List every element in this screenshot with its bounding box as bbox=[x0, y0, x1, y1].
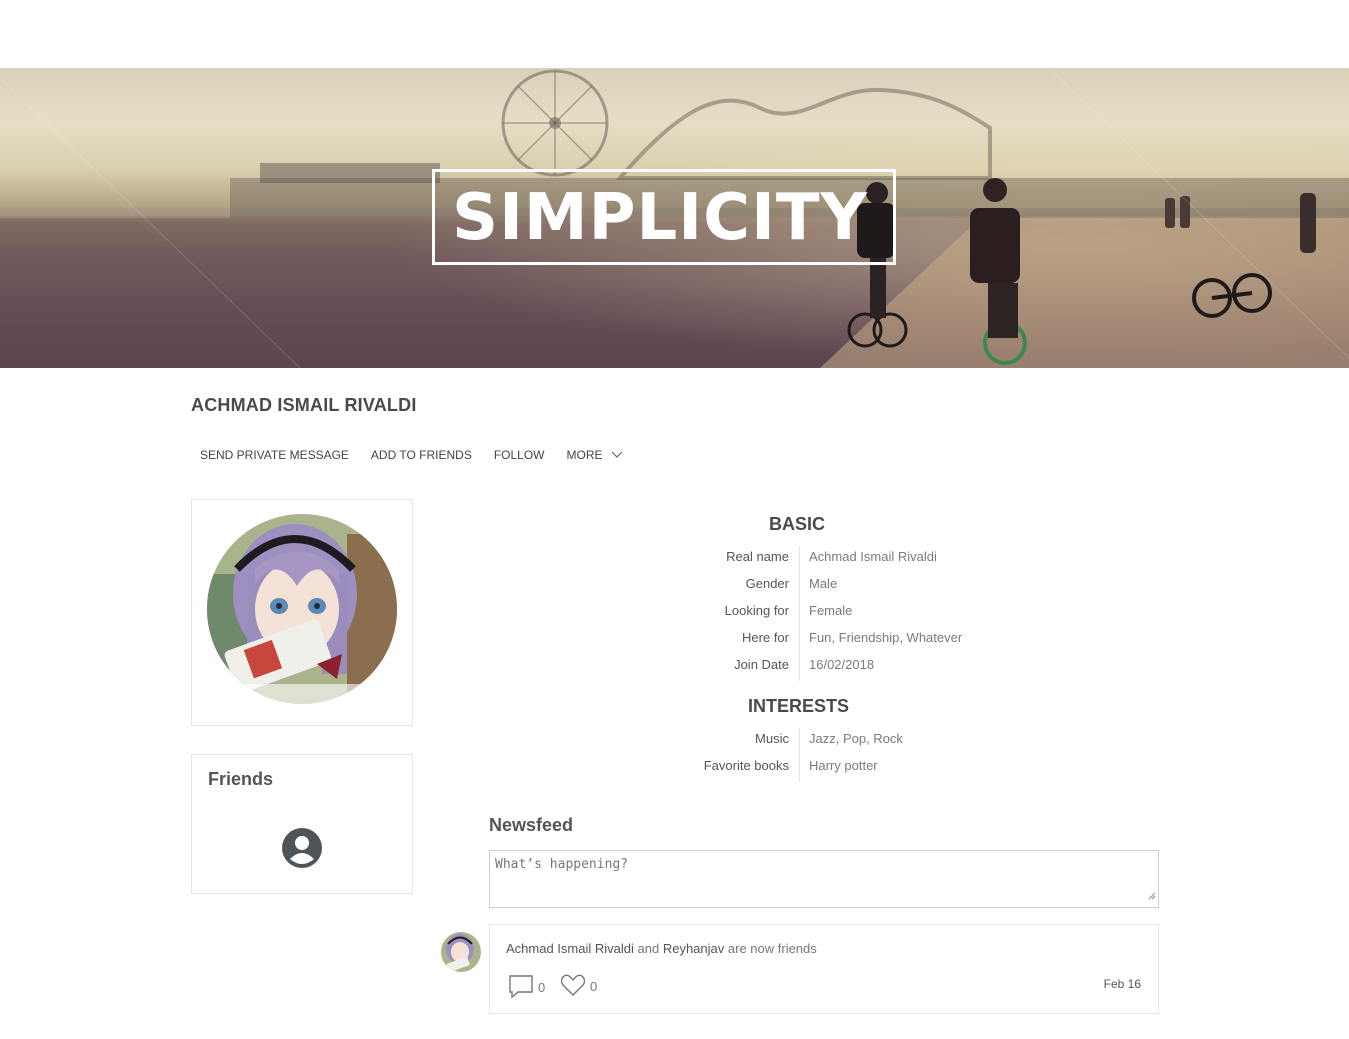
info-label: Looking for bbox=[560, 600, 800, 627]
cover-banner: SIMPLICITY bbox=[0, 68, 1349, 368]
basic-row-gender: Gender Male bbox=[560, 573, 1180, 600]
feed-actor-link[interactable]: Achmad Ismail Rivaldi bbox=[506, 941, 634, 956]
heart-icon bbox=[560, 973, 586, 1000]
basic-row-looking-for: Looking for Female bbox=[560, 600, 1180, 627]
interests-row-music: Music Jazz, Pop, Rock bbox=[560, 728, 1180, 755]
info-value: 16/02/2018 bbox=[809, 657, 875, 672]
comment-icon bbox=[508, 973, 534, 1002]
follow-label: FOLLOW bbox=[493, 448, 545, 462]
info-label: Gender bbox=[560, 573, 800, 600]
basic-section-title: BASIC bbox=[769, 514, 826, 534]
profile-name: ACHMAD ISMAIL RIVALDI bbox=[191, 395, 417, 415]
info-value: Jazz, Pop, Rock bbox=[809, 731, 903, 746]
like-button[interactable]: 0 bbox=[560, 973, 597, 1000]
more-label: MORE bbox=[566, 448, 603, 462]
send-private-message-label: SEND PRIVATE MESSAGE bbox=[200, 448, 349, 462]
info-label: Here for bbox=[560, 627, 800, 654]
resize-grip-icon[interactable] bbox=[1147, 887, 1156, 905]
like-count: 0 bbox=[590, 979, 598, 994]
profile-actions: SEND PRIVATE MESSAGE ADD TO FRIENDS FOLL… bbox=[191, 444, 636, 466]
add-to-friends-button[interactable]: ADD TO FRIENDS bbox=[362, 444, 481, 466]
friends-title: Friends bbox=[208, 769, 274, 789]
feed-item: Achmad Ismail Rivaldi and Reyhanjav are … bbox=[489, 924, 1159, 1014]
basic-row-real-name: Real name Achmad Ismail Rivaldi bbox=[560, 546, 1180, 573]
basic-row-join-date: Join Date 16/02/2018 bbox=[560, 654, 1180, 681]
feed-item-date: Feb 16 bbox=[1103, 977, 1141, 991]
info-label: Favorite books bbox=[560, 755, 800, 782]
interests-section-title: INTERESTS bbox=[748, 696, 850, 716]
feed-connector: are now friends bbox=[727, 941, 817, 956]
feed-item-text: Achmad Ismail Rivaldi and Reyhanjav are … bbox=[506, 941, 817, 956]
chevron-down-icon bbox=[611, 448, 623, 462]
more-dropdown[interactable]: MORE bbox=[558, 444, 632, 466]
post-composer-input[interactable] bbox=[490, 851, 1158, 907]
friend-avatar-placeholder-icon[interactable] bbox=[282, 828, 322, 873]
info-value: Female bbox=[809, 603, 853, 618]
info-label: Join Date bbox=[560, 654, 800, 681]
info-value: Male bbox=[809, 576, 838, 591]
profile-avatar[interactable] bbox=[207, 514, 397, 704]
newsfeed-composer bbox=[489, 850, 1159, 908]
comment-button[interactable]: 0 bbox=[508, 973, 545, 1002]
top-bar bbox=[0, 0, 1349, 68]
info-value: Achmad Ismail Rivaldi bbox=[809, 549, 937, 564]
feed-item-avatar[interactable] bbox=[441, 932, 481, 972]
newsfeed-title: Newsfeed bbox=[489, 815, 574, 835]
info-value: Fun, Friendship, Whatever bbox=[809, 630, 963, 645]
feed-target-link[interactable]: Reyhanjav bbox=[663, 941, 724, 956]
info-label: Real name bbox=[560, 546, 800, 573]
interests-row-favorite-books: Favorite books Harry potter bbox=[560, 755, 1180, 782]
site-logo-text: SIMPLICITY bbox=[452, 181, 868, 255]
friends-card: Friends bbox=[191, 754, 413, 894]
add-to-friends-label: ADD TO FRIENDS bbox=[370, 448, 472, 462]
profile-avatar-card bbox=[191, 499, 413, 726]
info-value: Harry potter bbox=[809, 758, 878, 773]
comment-count: 0 bbox=[538, 980, 546, 995]
follow-button[interactable]: FOLLOW bbox=[485, 444, 554, 466]
send-private-message-button[interactable]: SEND PRIVATE MESSAGE bbox=[191, 444, 358, 466]
basic-row-here-for: Here for Fun, Friendship, Whatever bbox=[560, 627, 1180, 654]
info-label: Music bbox=[560, 728, 800, 755]
feed-connector: and bbox=[637, 941, 660, 956]
